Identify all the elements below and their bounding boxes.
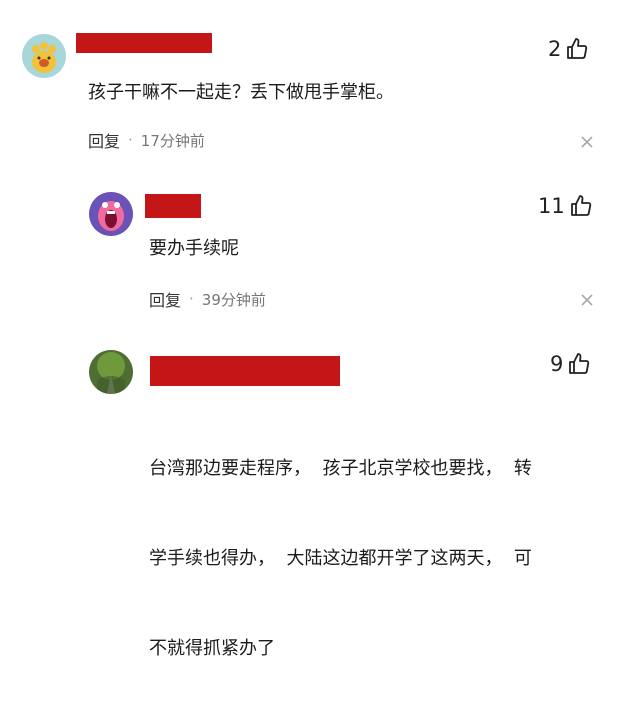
like-button[interactable]: 11: [538, 194, 593, 218]
avatar[interactable]: [89, 350, 133, 394]
comment-text: 孩子干嘛不一起走？丢下做甩手掌柜。: [88, 82, 394, 103]
cartoon-face-icon: [22, 34, 66, 78]
screaming-face-icon: [89, 192, 133, 236]
timestamp: 17分钟前: [140, 131, 205, 150]
redacted-username: [145, 194, 201, 218]
road-photo-icon: [89, 350, 133, 394]
redacted-username: [76, 33, 212, 53]
separator-dot: ·: [189, 290, 194, 308]
redacted-username: [150, 356, 340, 386]
comment-text: 台湾那边要走程序， 孩子北京学校也要找， 转 学手续也得办， 大陆这边都开学了这…: [149, 394, 532, 724]
separator-dot: ·: [128, 131, 133, 149]
like-count: 9: [550, 352, 564, 376]
reply-button[interactable]: 回复: [149, 287, 181, 311]
avatar[interactable]: [22, 34, 66, 78]
like-button[interactable]: 9: [550, 352, 591, 376]
like-count: 11: [538, 194, 565, 218]
close-icon[interactable]: [580, 134, 594, 148]
comment-text-line: 不就得抓紧办了: [149, 638, 275, 659]
like-button[interactable]: 2: [548, 37, 589, 61]
thumbs-up-icon: [567, 38, 588, 59]
like-count: 2: [548, 37, 562, 61]
timestamp: 39分钟前: [201, 290, 266, 309]
comment-text-line: 学手续也得办， 大陆这边都开学了这两天， 可: [149, 548, 532, 569]
comment-meta: 回复 · 17分钟前: [88, 128, 205, 152]
reply-button[interactable]: 回复: [88, 128, 120, 152]
avatar[interactable]: [89, 192, 133, 236]
comment-text-line: 台湾那边要走程序， 孩子北京学校也要找， 转: [149, 458, 532, 479]
comment-meta: 回复 · 39分钟前: [149, 287, 266, 311]
thumbs-up-icon: [569, 353, 590, 374]
comment-text: 要办手续呢: [149, 238, 239, 259]
thumbs-up-icon: [570, 195, 591, 216]
close-icon[interactable]: [580, 292, 594, 306]
